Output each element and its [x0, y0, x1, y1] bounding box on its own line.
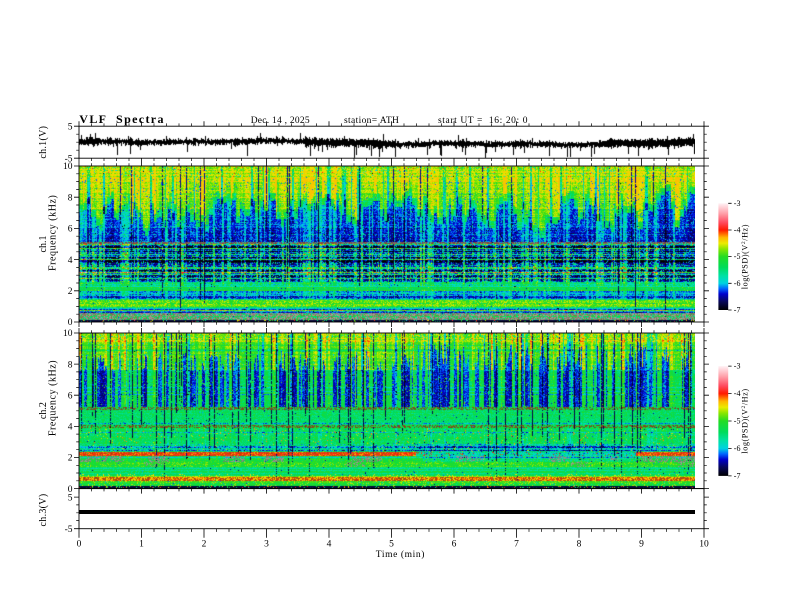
svg-text:2: 2	[202, 540, 207, 550]
svg-text:log(PSD)(V2/Hz): log(PSD)(V2/Hz)	[741, 388, 750, 453]
svg-text:4: 4	[68, 423, 73, 433]
svg-text:4: 4	[327, 540, 332, 550]
svg-text:3: 3	[264, 540, 269, 550]
svg-text:10: 10	[63, 162, 73, 172]
svg-text:Time (min): Time (min)	[376, 549, 425, 560]
svg-text:5: 5	[68, 493, 73, 503]
svg-text:6: 6	[68, 225, 73, 235]
svg-text:9: 9	[639, 540, 644, 550]
svg-text:6: 6	[452, 540, 457, 550]
svg-text:-3: -3	[734, 362, 741, 371]
svg-text:4: 4	[68, 256, 73, 266]
svg-text:5: 5	[389, 540, 394, 550]
svg-text:Frequency (kHz): Frequency (kHz)	[48, 360, 59, 436]
svg-text:-6: -6	[734, 444, 741, 453]
svg-text:start UT = 16: 20: 0: start UT = 16: 20: 0	[438, 116, 528, 126]
svg-text:-5: -5	[65, 525, 73, 535]
svg-text:ch.3(V): ch.3(V)	[38, 494, 49, 527]
svg-text:6: 6	[68, 391, 73, 401]
svg-text:ch.1(V): ch.1(V)	[38, 126, 49, 159]
svg-text:8: 8	[68, 193, 73, 203]
svg-text:8: 8	[68, 360, 73, 370]
svg-text:VLF Spectra: VLF Spectra	[79, 112, 165, 126]
svg-text:5: 5	[68, 122, 73, 132]
svg-text:0: 0	[77, 540, 82, 550]
svg-text:-4: -4	[734, 389, 741, 398]
svg-text:0: 0	[68, 318, 73, 328]
svg-text:7: 7	[514, 540, 519, 550]
svg-text:-4: -4	[734, 226, 741, 235]
svg-text:10: 10	[699, 540, 709, 550]
svg-text:-7: -7	[734, 472, 741, 481]
svg-text:2: 2	[68, 454, 73, 464]
svg-text:2: 2	[68, 287, 73, 297]
svg-text:Dec. 14 , 2025: Dec. 14 , 2025	[251, 116, 310, 126]
svg-text:-5: -5	[734, 252, 741, 261]
svg-text:Frequency (kHz): Frequency (kHz)	[48, 195, 59, 271]
svg-text:log(PSD)(V2/Hz): log(PSD)(V2/Hz)	[741, 224, 750, 289]
svg-text:station= ATH: station= ATH	[344, 116, 399, 126]
svg-text:-7: -7	[734, 306, 741, 315]
svg-text:1: 1	[139, 540, 144, 550]
svg-text:-5: -5	[734, 417, 741, 426]
svg-text:10: 10	[63, 329, 73, 339]
svg-text:8: 8	[577, 540, 582, 550]
svg-text:-3: -3	[734, 199, 741, 208]
svg-text:-6: -6	[734, 279, 741, 288]
